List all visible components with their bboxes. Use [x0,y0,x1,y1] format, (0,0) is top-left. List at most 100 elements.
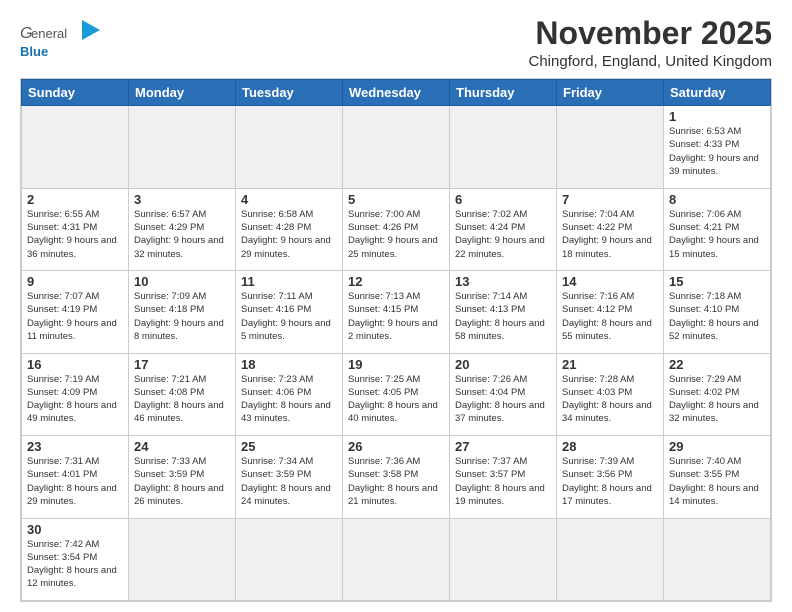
date-number: 23 [27,439,123,454]
date-number: 22 [669,357,765,372]
date-number: 30 [27,522,123,537]
date-number: 20 [455,357,551,372]
day-info: Sunrise: 7:04 AM Sunset: 4:22 PM Dayligh… [562,208,658,261]
day-info: Sunrise: 7:21 AM Sunset: 4:08 PM Dayligh… [134,373,230,426]
date-cell-30: 30Sunrise: 7:42 AM Sunset: 3:54 PM Dayli… [22,518,129,600]
day-info: Sunrise: 7:11 AM Sunset: 4:16 PM Dayligh… [241,290,337,343]
svg-text:Blue: Blue [20,44,48,59]
logo-svg: G eneral Blue [20,16,120,64]
date-cell-1: 1Sunrise: 6:53 AM Sunset: 4:33 PM Daylig… [664,106,771,188]
date-number: 4 [241,192,337,207]
date-cell-3: 3Sunrise: 6:57 AM Sunset: 4:29 PM Daylig… [129,188,236,270]
date-number: 6 [455,192,551,207]
day-info: Sunrise: 7:13 AM Sunset: 4:15 PM Dayligh… [348,290,444,343]
date-number: 17 [134,357,230,372]
day-info: Sunrise: 6:55 AM Sunset: 4:31 PM Dayligh… [27,208,123,261]
logo: G eneral Blue [20,16,120,64]
day-info: Sunrise: 7:09 AM Sunset: 4:18 PM Dayligh… [134,290,230,343]
empty-cell [236,106,343,188]
empty-cell [450,106,557,188]
date-cell-13: 13Sunrise: 7:14 AM Sunset: 4:13 PM Dayli… [450,271,557,353]
empty-cell [129,518,236,600]
date-number: 18 [241,357,337,372]
date-cell-2: 2Sunrise: 6:55 AM Sunset: 4:31 PM Daylig… [22,188,129,270]
day-info: Sunrise: 7:07 AM Sunset: 4:19 PM Dayligh… [27,290,123,343]
day-info: Sunrise: 7:06 AM Sunset: 4:21 PM Dayligh… [669,208,765,261]
date-cell-15: 15Sunrise: 7:18 AM Sunset: 4:10 PM Dayli… [664,271,771,353]
date-cell-29: 29Sunrise: 7:40 AM Sunset: 3:55 PM Dayli… [664,436,771,518]
date-number: 19 [348,357,444,372]
empty-cell [664,518,771,600]
date-cell-20: 20Sunrise: 7:26 AM Sunset: 4:04 PM Dayli… [450,353,557,435]
day-info: Sunrise: 7:26 AM Sunset: 4:04 PM Dayligh… [455,373,551,426]
date-cell-25: 25Sunrise: 7:34 AM Sunset: 3:59 PM Dayli… [236,436,343,518]
date-number: 3 [134,192,230,207]
weekday-header-sunday: Sunday [22,80,129,106]
date-number: 8 [669,192,765,207]
date-cell-5: 5Sunrise: 7:00 AM Sunset: 4:26 PM Daylig… [343,188,450,270]
empty-cell [236,518,343,600]
day-info: Sunrise: 6:53 AM Sunset: 4:33 PM Dayligh… [669,125,765,178]
date-cell-8: 8Sunrise: 7:06 AM Sunset: 4:21 PM Daylig… [664,188,771,270]
date-number: 24 [134,439,230,454]
day-info: Sunrise: 7:23 AM Sunset: 4:06 PM Dayligh… [241,373,337,426]
date-number: 1 [669,109,765,124]
weekday-header-wednesday: Wednesday [343,80,450,106]
date-cell-26: 26Sunrise: 7:36 AM Sunset: 3:58 PM Dayli… [343,436,450,518]
empty-cell [343,518,450,600]
title-section: November 2025 Chingford, England, United… [529,16,773,70]
date-number: 12 [348,274,444,289]
day-info: Sunrise: 7:28 AM Sunset: 4:03 PM Dayligh… [562,373,658,426]
date-cell-16: 16Sunrise: 7:19 AM Sunset: 4:09 PM Dayli… [22,353,129,435]
main-title: November 2025 [529,16,773,51]
date-number: 25 [241,439,337,454]
day-info: Sunrise: 7:42 AM Sunset: 3:54 PM Dayligh… [27,538,123,591]
day-info: Sunrise: 7:16 AM Sunset: 4:12 PM Dayligh… [562,290,658,343]
date-number: 14 [562,274,658,289]
date-cell-17: 17Sunrise: 7:21 AM Sunset: 4:08 PM Dayli… [129,353,236,435]
date-number: 29 [669,439,765,454]
day-info: Sunrise: 7:37 AM Sunset: 3:57 PM Dayligh… [455,455,551,508]
page: G eneral Blue November 2025 Chingford, E… [0,0,792,612]
header: G eneral Blue November 2025 Chingford, E… [20,16,772,70]
date-cell-9: 9Sunrise: 7:07 AM Sunset: 4:19 PM Daylig… [22,271,129,353]
empty-cell [557,106,664,188]
date-number: 15 [669,274,765,289]
day-info: Sunrise: 7:36 AM Sunset: 3:58 PM Dayligh… [348,455,444,508]
svg-text:eneral: eneral [31,26,67,41]
date-number: 2 [27,192,123,207]
day-info: Sunrise: 7:18 AM Sunset: 4:10 PM Dayligh… [669,290,765,343]
empty-cell [22,106,129,188]
date-number: 7 [562,192,658,207]
date-number: 13 [455,274,551,289]
date-cell-11: 11Sunrise: 7:11 AM Sunset: 4:16 PM Dayli… [236,271,343,353]
date-cell-22: 22Sunrise: 7:29 AM Sunset: 4:02 PM Dayli… [664,353,771,435]
date-number: 5 [348,192,444,207]
date-cell-12: 12Sunrise: 7:13 AM Sunset: 4:15 PM Dayli… [343,271,450,353]
day-info: Sunrise: 7:33 AM Sunset: 3:59 PM Dayligh… [134,455,230,508]
weekday-header-saturday: Saturday [664,80,771,106]
date-cell-4: 4Sunrise: 6:58 AM Sunset: 4:28 PM Daylig… [236,188,343,270]
day-info: Sunrise: 7:25 AM Sunset: 4:05 PM Dayligh… [348,373,444,426]
date-number: 9 [27,274,123,289]
date-cell-24: 24Sunrise: 7:33 AM Sunset: 3:59 PM Dayli… [129,436,236,518]
date-cell-18: 18Sunrise: 7:23 AM Sunset: 4:06 PM Dayli… [236,353,343,435]
calendar: SundayMondayTuesdayWednesdayThursdayFrid… [20,78,772,602]
day-info: Sunrise: 7:40 AM Sunset: 3:55 PM Dayligh… [669,455,765,508]
date-cell-10: 10Sunrise: 7:09 AM Sunset: 4:18 PM Dayli… [129,271,236,353]
date-number: 10 [134,274,230,289]
day-info: Sunrise: 7:34 AM Sunset: 3:59 PM Dayligh… [241,455,337,508]
empty-cell [557,518,664,600]
date-cell-28: 28Sunrise: 7:39 AM Sunset: 3:56 PM Dayli… [557,436,664,518]
date-number: 26 [348,439,444,454]
date-number: 11 [241,274,337,289]
empty-cell [450,518,557,600]
day-info: Sunrise: 6:57 AM Sunset: 4:29 PM Dayligh… [134,208,230,261]
weekday-header-tuesday: Tuesday [236,80,343,106]
date-number: 27 [455,439,551,454]
weekday-header-monday: Monday [129,80,236,106]
day-info: Sunrise: 6:58 AM Sunset: 4:28 PM Dayligh… [241,208,337,261]
date-number: 28 [562,439,658,454]
weekday-header-thursday: Thursday [450,80,557,106]
subtitle: Chingford, England, United Kingdom [529,53,773,70]
